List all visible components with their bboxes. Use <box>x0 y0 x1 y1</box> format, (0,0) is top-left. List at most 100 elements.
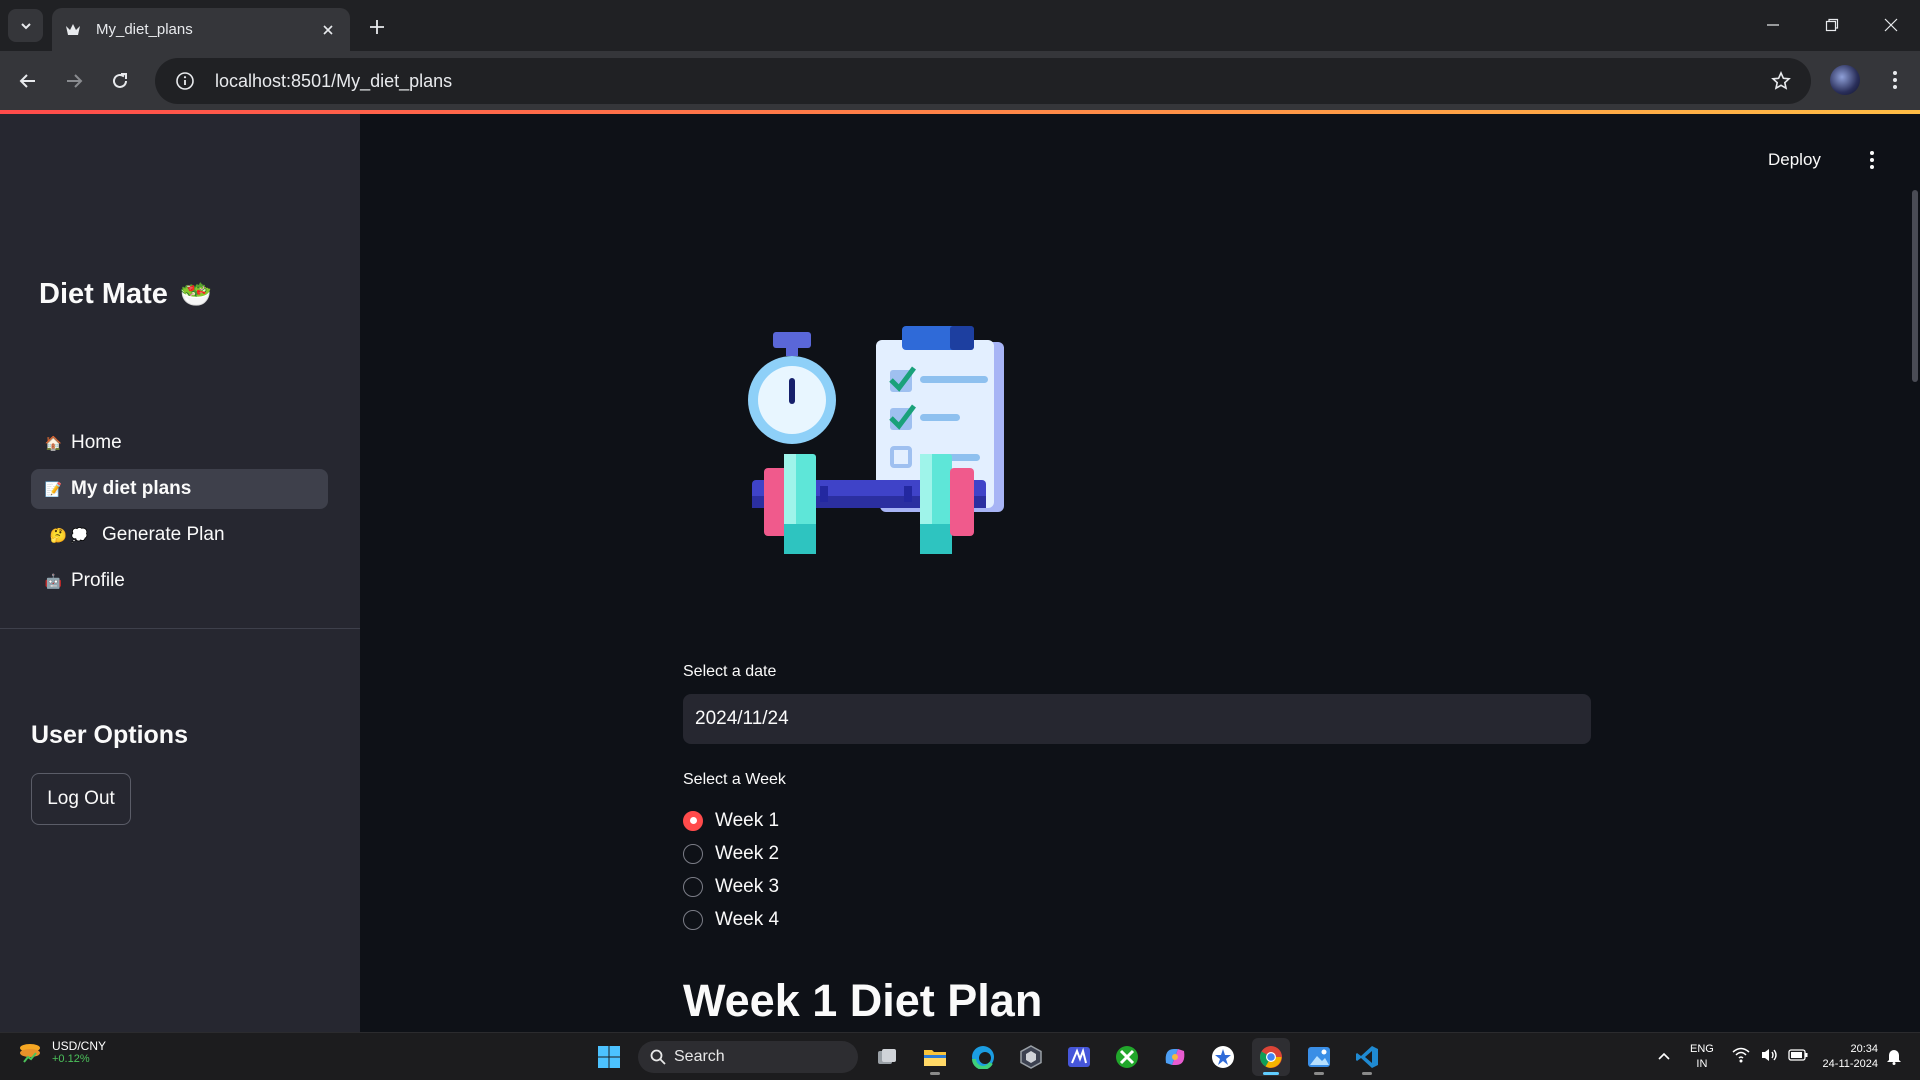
vscode-icon <box>1356 1046 1378 1068</box>
radio-label: Week 3 <box>715 875 780 897</box>
reload-button[interactable] <box>104 65 136 97</box>
running-indicator <box>1314 1072 1324 1075</box>
profile-avatar[interactable] <box>1830 65 1860 95</box>
date-input[interactable]: 2024/11/24 <box>683 694 1591 744</box>
memo-icon: 📝 <box>44 480 63 497</box>
app-hexagon-button[interactable] <box>1012 1038 1050 1076</box>
bookmark-star-icon[interactable] <box>1761 71 1801 91</box>
hexagon-app-icon <box>1020 1045 1042 1069</box>
sidebar-nav: 🏠 Home 📝 My diet plans 🤔 💭 Generate Plan… <box>31 423 328 607</box>
chrome-icon <box>1260 1046 1282 1068</box>
windows-taskbar: USD/CNY +0.12% Search ENG IN 20:34 24-11… <box>0 1032 1920 1080</box>
clipboard-clip-shade <box>950 326 974 350</box>
tray-chevron-icon[interactable] <box>1656 1049 1672 1065</box>
sidebar-item-generate-plan[interactable]: 🤔 💭 Generate Plan <box>31 515 328 555</box>
volume-icon <box>1762 1049 1777 1061</box>
search-label: Search <box>674 1048 725 1065</box>
stopwatch-stem <box>786 346 798 356</box>
site-info-icon[interactable] <box>163 71 207 91</box>
start-button[interactable] <box>590 1038 628 1076</box>
language-code: ENG <box>1690 1043 1714 1055</box>
sidebar-item-home[interactable]: 🏠 Home <box>31 423 328 463</box>
browser-tab[interactable]: My_diet_plans <box>52 8 350 51</box>
salad-emoji-icon: 🥗 <box>179 279 213 309</box>
currency-widget[interactable]: USD/CNY +0.12% <box>18 1039 106 1065</box>
radio-week-4[interactable]: Week 4 <box>683 903 779 936</box>
photos-icon <box>1308 1047 1330 1067</box>
left-weight-shade <box>784 524 816 554</box>
battery-icon <box>1788 1049 1808 1061</box>
streamlit-crown-icon <box>64 21 82 39</box>
close-window-button[interactable] <box>1876 10 1906 40</box>
deploy-button[interactable]: Deploy <box>1768 150 1821 170</box>
taskbar-search[interactable]: Search <box>638 1041 858 1073</box>
week-label: Select a Week <box>683 771 786 788</box>
sidebar-divider <box>0 628 360 629</box>
browser-menu-button[interactable] <box>1880 65 1910 95</box>
radio-week-1[interactable]: Week 1 <box>683 804 779 837</box>
sidebar-item-label: Generate Plan <box>102 524 225 545</box>
edge-browser-icon <box>972 1046 994 1069</box>
copilot-button[interactable] <box>1156 1038 1194 1076</box>
radio-indicator <box>683 876 703 897</box>
radio-week-2[interactable]: Week 2 <box>683 837 779 870</box>
radio-indicator <box>683 909 703 930</box>
sidebar-item-profile[interactable]: 🤖 Profile <box>31 561 328 601</box>
notification-bell-icon[interactable] <box>1886 1047 1902 1070</box>
widget-value: +0.12% <box>52 1053 90 1065</box>
app-blue-button[interactable] <box>1060 1038 1098 1076</box>
xbox-icon <box>1116 1046 1138 1068</box>
copilot-icon <box>1165 1049 1185 1065</box>
task-view-button[interactable] <box>868 1038 906 1076</box>
forward-button[interactable] <box>58 65 90 97</box>
app-menu-button[interactable] <box>1860 145 1884 175</box>
radio-indicator <box>683 843 703 864</box>
right-weight-outer <box>950 468 974 536</box>
logout-button[interactable]: Log Out <box>31 773 131 825</box>
stopwatch-hand <box>789 378 795 404</box>
sidebar-item-label: Home <box>71 432 122 453</box>
list-line-1 <box>920 376 988 383</box>
sidebar-item-label: Profile <box>71 570 125 591</box>
language-indicator[interactable]: ENG IN <box>1690 1042 1714 1072</box>
new-tab-button[interactable] <box>364 14 390 40</box>
tab-title: My_diet_plans <box>96 21 193 38</box>
chrome-button[interactable] <box>1252 1038 1290 1076</box>
url-text[interactable]: localhost:8501/My_diet_plans <box>215 71 1761 92</box>
chevron-down-icon <box>20 22 31 29</box>
robot-icon: 🤖 <box>44 572 63 589</box>
back-button[interactable] <box>12 65 44 97</box>
minimize-button[interactable] <box>1758 10 1788 40</box>
radio-selected-indicator <box>683 810 703 831</box>
tab-search-button[interactable] <box>8 9 43 42</box>
clock-time: 20:34 <box>1850 1043 1878 1055</box>
plan-heading: Week 1 Diet Plan <box>683 975 1043 1026</box>
clock-date: 24-11-2024 <box>1822 1058 1878 1070</box>
close-tab-icon[interactable] <box>318 20 338 40</box>
brand-title: Diet Mate <box>39 278 168 310</box>
star-app-icon <box>1212 1046 1234 1068</box>
address-bar[interactable]: localhost:8501/My_diet_plans <box>155 58 1811 104</box>
file-explorer-button[interactable] <box>916 1038 954 1076</box>
widget-title: USD/CNY <box>52 1039 107 1053</box>
radio-week-3[interactable]: Week 3 <box>683 870 779 903</box>
xbox-button[interactable] <box>1108 1038 1146 1076</box>
bar-grip-2 <box>904 486 912 502</box>
running-indicator <box>1362 1072 1372 1075</box>
edge-button[interactable] <box>964 1038 1002 1076</box>
running-indicator <box>930 1072 940 1075</box>
clock[interactable]: 20:34 24-11-2024 <box>1810 1042 1878 1072</box>
app-brand: Diet Mate 🥗 <box>39 278 212 311</box>
restore-button[interactable] <box>1817 10 1847 40</box>
stopwatch-crown <box>773 332 811 348</box>
folder-icon <box>924 1050 946 1066</box>
tray-status-icons[interactable] <box>1732 1047 1808 1063</box>
sidebar-item-my-diet-plans[interactable]: 📝 My diet plans <box>31 469 328 509</box>
app-star-button[interactable] <box>1204 1038 1242 1076</box>
photos-button[interactable] <box>1300 1038 1338 1076</box>
main-scrollbar[interactable] <box>1912 190 1918 382</box>
house-icon: 🏠 <box>44 434 63 451</box>
right-weight-shade <box>920 524 952 554</box>
browser-tabstrip: My_diet_plans <box>0 0 1920 51</box>
vscode-button[interactable] <box>1348 1038 1386 1076</box>
